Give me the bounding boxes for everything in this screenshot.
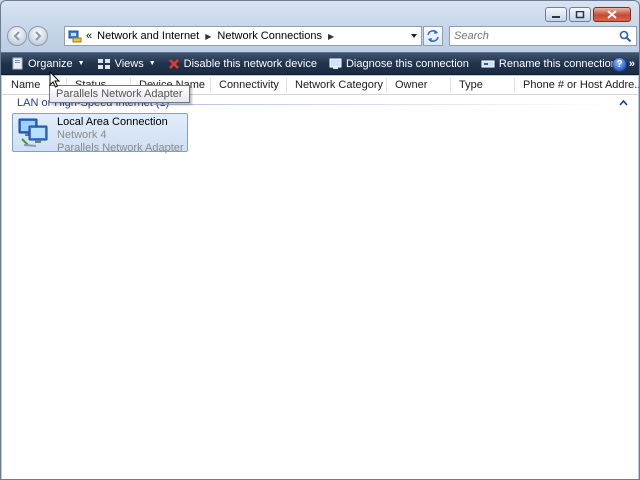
adapter-tooltip: Parallels Network Adapter [49,85,190,103]
help-icon: ? [616,59,623,70]
organize-button[interactable]: Organize ▼ [11,57,85,70]
organize-label: Organize [28,57,73,70]
column-header-phone-host-address[interactable]: Phone # or Host Addre... [514,76,639,95]
disable-device-button[interactable]: Disable this network device [168,58,317,70]
address-prefix[interactable]: « [86,30,92,42]
close-button[interactable] [593,7,631,22]
search-input[interactable] [454,30,614,42]
chevron-down-icon: ▼ [77,60,85,67]
rename-button[interactable]: Rename this connection [481,58,617,70]
maximize-icon [575,10,585,18]
maximize-button[interactable] [569,7,591,22]
help-button[interactable]: ? [612,57,627,72]
navigation-bar: « Network and Internet ▶ Network Connect… [7,25,637,47]
group-divider-line [154,104,614,105]
forward-arrow-icon [35,31,42,41]
connection-name: Local Area Connection [57,116,168,128]
address-dropdown-icon[interactable] [410,32,418,40]
search-box[interactable] [449,26,637,46]
address-bar[interactable]: « Network and Internet ▶ Network Connect… [64,26,422,46]
breadcrumb-separator-icon[interactable]: ▶ [205,32,211,41]
rename-icon [481,59,495,69]
disable-device-label: Disable this network device [183,57,317,70]
file-list-pane[interactable]: Name Status Device Name Connectivity Net… [2,76,639,479]
column-header-owner[interactable]: Owner [386,76,450,95]
red-x-icon [168,58,180,70]
diagnose-icon [329,58,342,70]
collapse-group-icon[interactable] [619,99,628,106]
column-header-network-category[interactable]: Network Category [286,76,386,95]
minimize-icon [552,15,560,18]
breadcrumb-network-and-internet[interactable]: Network and Internet [97,30,199,42]
breadcrumb-network-connections[interactable]: Network Connections [217,30,322,42]
refresh-button[interactable] [423,26,443,46]
back-arrow-icon [13,31,20,41]
rename-label: Rename this connection [498,57,617,70]
column-header-connectivity[interactable]: Connectivity [210,76,286,95]
command-bar: Organize ▼ Views ▼ Disable this network … [1,52,639,75]
diagnose-button[interactable]: Diagnose this connection [329,58,469,70]
list-item-local-area-connection[interactable]: Local Area Connection Network 4 Parallel… [12,113,188,154]
minimize-button[interactable] [545,7,567,22]
search-icon[interactable] [619,30,632,43]
caption-buttons [545,7,631,22]
column-header-type[interactable]: Type [450,76,514,95]
views-icon [97,58,111,70]
more-commands-button[interactable]: » [629,58,635,70]
forward-button[interactable] [28,26,48,46]
organize-icon [11,57,24,70]
refresh-icon [427,30,439,42]
network-connection-icon [18,118,48,147]
close-icon [607,10,617,19]
mouse-cursor-icon [49,71,61,88]
views-button[interactable]: Views ▼ [97,58,156,70]
connection-network: Network 4 [57,129,107,141]
explorer-window: « Network and Internet ▶ Network Connect… [0,0,640,480]
chevron-down-icon: ▼ [148,60,156,67]
back-button[interactable] [7,26,27,46]
connection-adapter: Parallels Network Adapter [57,142,184,154]
diagnose-label: Diagnose this connection [345,57,469,70]
more-commands-icon: » [628,57,636,70]
views-label: Views [114,57,144,70]
breadcrumb-separator-icon[interactable]: ▶ [328,32,334,41]
network-folder-icon [68,30,82,43]
